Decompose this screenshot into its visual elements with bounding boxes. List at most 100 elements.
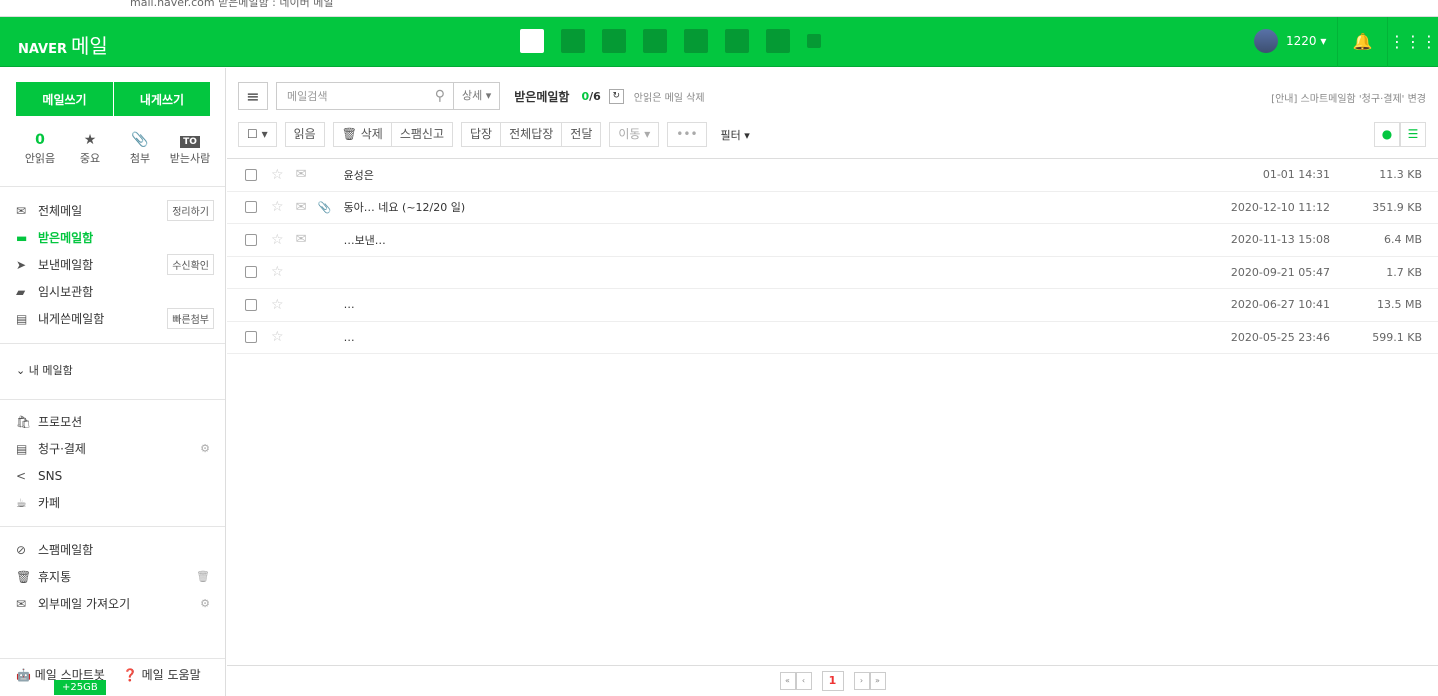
mail-row[interactable]: ☆ ✉ …보낸… 2020-11-13 15:08 6.4 MB [227,224,1438,257]
bell-icon[interactable]: 🔔 [1337,17,1387,67]
envelope-icon[interactable]: ✉ [296,167,312,182]
storage-badge[interactable]: +25GB [54,680,106,695]
empty-trash-icon[interactable]: 🗑 [196,570,210,583]
folder-cafe[interactable]: ☕ 카페 [16,489,214,516]
folder-sent[interactable]: ➤ 보낸메일함 수신확인 [16,251,214,278]
organize-button[interactable]: 정리하기 [167,200,214,221]
brand: NAVER [18,42,68,57]
mail-subject[interactable]: … [344,331,355,344]
more-button[interactable]: ••• [667,122,707,147]
notice-link[interactable]: [안내] 스마트메일함 '청구·결제' 변경 [1271,90,1426,105]
home-icon[interactable] [766,29,790,53]
reply-all-button[interactable]: 전체답장 [501,122,563,147]
mail-row[interactable]: ☆ … 2020-06-27 10:41 13.5 MB [227,289,1438,322]
apps-grid-icon[interactable]: ⋮⋮⋮ [1387,17,1438,67]
mybox-icon[interactable] [684,29,708,53]
folder-billing[interactable]: ▤ 청구·결제 ⚙ [16,435,214,462]
filter-button[interactable]: 필터 ▾ [721,127,750,143]
next-page-button[interactable]: › [853,672,870,690]
logo[interactable]: NAVER 메일 [18,30,108,59]
list-view-icon[interactable]: ☰ [1400,122,1426,147]
folder-self[interactable]: ▤ 내게쓴메일함 빠른첨부 [16,305,214,332]
gear-icon[interactable]: ⚙ [200,442,210,455]
folder-icon: ▰ [16,284,26,299]
write-to-self-button[interactable]: 내게쓰기 [113,82,210,116]
todo-icon[interactable] [602,29,626,53]
calendar-icon[interactable] [561,29,585,53]
star-icon[interactable]: ☆ [271,232,284,248]
help-link[interactable]: ❓ 메일 도움말 [123,666,201,683]
search-icon[interactable]: ⚲ [435,88,445,104]
inbox-icon: ▬ [16,230,28,245]
memo-icon[interactable] [725,29,749,53]
pagination: «‹ 1 ›» [227,665,1438,696]
delete-unread-link[interactable]: 안읽은 메일 삭제 [634,89,705,104]
mail-date: 2020-05-25 23:46 [1230,330,1330,344]
compose-button[interactable]: 메일쓰기 [16,82,113,116]
folder-promotion[interactable]: 🛍 프로모션 [16,408,214,435]
gear-icon[interactable]: ⚙ [200,597,210,610]
label: 중요 [79,152,101,165]
read-receipt-button[interactable]: 수신확인 [167,254,214,275]
detail-search-button[interactable]: 상세 ▾ [454,82,501,110]
envelope-icon[interactable]: ✉ [296,232,312,247]
forward-button[interactable]: 전달 [562,122,602,147]
contacts-icon[interactable] [643,29,667,53]
label: 휴지통 [38,570,72,584]
label: 전체메일 [38,204,83,218]
quick-attach-button[interactable]: 빠른첨부 [167,308,214,329]
move-button[interactable]: 이동 ▾ [609,122,660,147]
mail-row[interactable]: ☆ ✉ 📎 동아… 네요 (~12/20 일) 2020-12-10 11:12 351.… [227,192,1438,224]
delete-button[interactable]: 🗑 삭제 [332,122,392,147]
quick-attachment[interactable]: 📎 첨부 [116,132,164,166]
user-menu[interactable]: 1220 ▾ [1254,29,1326,53]
last-page-button[interactable]: » [869,672,886,690]
mail-subject[interactable]: 윤성은 [344,167,374,183]
office-icon[interactable] [807,34,821,48]
mail-subject[interactable]: … [344,298,355,311]
mail-row[interactable]: ☆ … 2020-05-25 23:46 599.1 KB [227,322,1438,354]
row-checkbox[interactable] [245,233,257,246]
import-mail-icon: ✉ [16,596,27,611]
mail-row[interactable]: ☆ 2020-09-21 05:47 1.7 KB [227,257,1438,289]
folder-spam[interactable]: ⊘ 스팸메일함 [16,536,214,563]
folder-sns[interactable]: < SNS [16,462,214,489]
folder-drafts[interactable]: ▰ 임시보관함 [16,278,214,305]
folder-inbox[interactable]: ▬ 받은메일함 [16,224,214,251]
row-checkbox[interactable] [245,298,257,311]
quick-recipient[interactable]: TO 받는사람 [166,132,214,166]
url[interactable]: mail.naver.com [130,0,215,9]
quick-important[interactable]: ★ 중요 [66,132,114,166]
select-all-checkbox[interactable]: ☐ ▾ [238,122,277,147]
star-icon[interactable]: ☆ [271,329,284,345]
menu-icon[interactable]: ≡ [238,82,268,110]
clock-view-icon[interactable]: ● [1374,122,1400,147]
row-checkbox[interactable] [245,266,257,279]
star-icon[interactable]: ☆ [271,167,284,183]
row-checkbox[interactable] [245,201,257,214]
quick-unread[interactable]: 0 안읽음 [16,132,64,166]
search-input[interactable]: 메일검색 ⚲ [276,82,454,110]
refresh-icon[interactable]: ↻ [608,88,624,104]
folder-trash[interactable]: 🗑 휴지통 🗑 [16,563,214,590]
my-mailbox-toggle[interactable]: ⌄ 내 메일함 [16,356,214,383]
star-icon[interactable]: ☆ [271,199,284,215]
reply-button[interactable]: 답장 [461,122,502,147]
mail-subject[interactable]: 동아… 네요 (~12/20 일) [344,199,466,215]
folder-external[interactable]: ✉ 외부메일 가져오기 ⚙ [16,590,214,617]
read-button[interactable]: 읽음 [284,122,325,147]
mail-row[interactable]: ☆ ✉ 윤성은 01-01 14:31 11.3 KB [227,159,1438,192]
prev-page-button[interactable]: ‹ [795,672,812,690]
spam-button[interactable]: 스팸신고 [391,122,454,147]
first-page-button[interactable]: « [779,672,796,690]
row-checkbox[interactable] [245,168,257,181]
folder-all[interactable]: ✉ 전체메일 정리하기 [16,197,214,224]
mail-subject[interactable]: …보낸… [344,232,386,248]
mail-app-icon[interactable] [520,29,544,53]
star-icon[interactable]: ☆ [271,264,284,280]
row-checkbox[interactable] [245,331,257,344]
current-page[interactable]: 1 [821,671,844,691]
paperclip-icon: 📎 [131,132,149,148]
star-icon[interactable]: ☆ [271,297,284,313]
envelope-icon[interactable]: ✉ [296,200,312,215]
